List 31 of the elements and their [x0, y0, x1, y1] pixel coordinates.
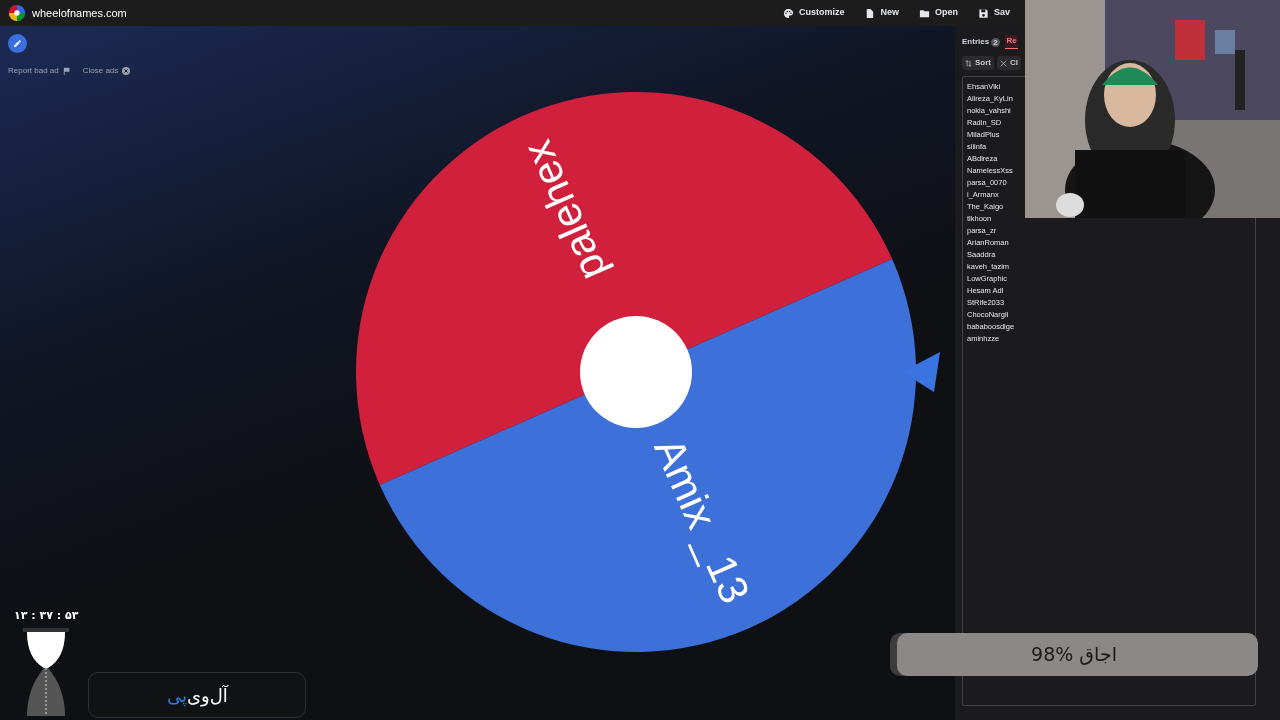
flag-icon	[62, 67, 71, 75]
pencil-icon	[13, 39, 22, 48]
brand-text: پی	[166, 683, 187, 709]
ad-link[interactable]: Report bad ad	[8, 65, 71, 77]
logo-icon	[8, 4, 26, 22]
panel-tab[interactable]: Re	[1004, 35, 1018, 49]
edit-button[interactable]	[8, 34, 27, 53]
wheel-hub[interactable]	[580, 316, 692, 428]
toolbar-button[interactable]: Sav	[978, 6, 1010, 20]
toolbar-button[interactable]: Customize	[782, 6, 845, 20]
tool-button[interactable]: Cl	[997, 56, 1021, 70]
ad-link[interactable]: Close ads	[82, 65, 131, 77]
site-name[interactable]: wheelofnames.com	[32, 4, 127, 22]
progress-label: 98% اجاق	[1030, 642, 1118, 668]
toolbar-button[interactable]: New	[864, 6, 899, 20]
sort-icon	[965, 59, 972, 67]
file-icon	[864, 7, 876, 19]
toolbar-button[interactable]: Open	[918, 6, 958, 20]
spinning-wheel[interactable]	[356, 92, 916, 652]
pointer-icon	[902, 352, 940, 392]
palette-icon	[782, 7, 794, 19]
save-icon	[978, 7, 989, 19]
tool-button[interactable]: Sort	[962, 56, 994, 70]
count-badge: 2	[991, 37, 1000, 47]
close-icon	[1000, 59, 1007, 67]
clock: ۱۳ : ۳۷ : ۵۳	[14, 607, 79, 624]
close-icon	[122, 67, 131, 75]
panel-tab[interactable]: Entries 2	[962, 36, 1000, 48]
wheel-label: Amix _13	[645, 430, 759, 610]
brand-text: آل‌وی	[187, 683, 228, 709]
folder-icon	[918, 7, 930, 19]
